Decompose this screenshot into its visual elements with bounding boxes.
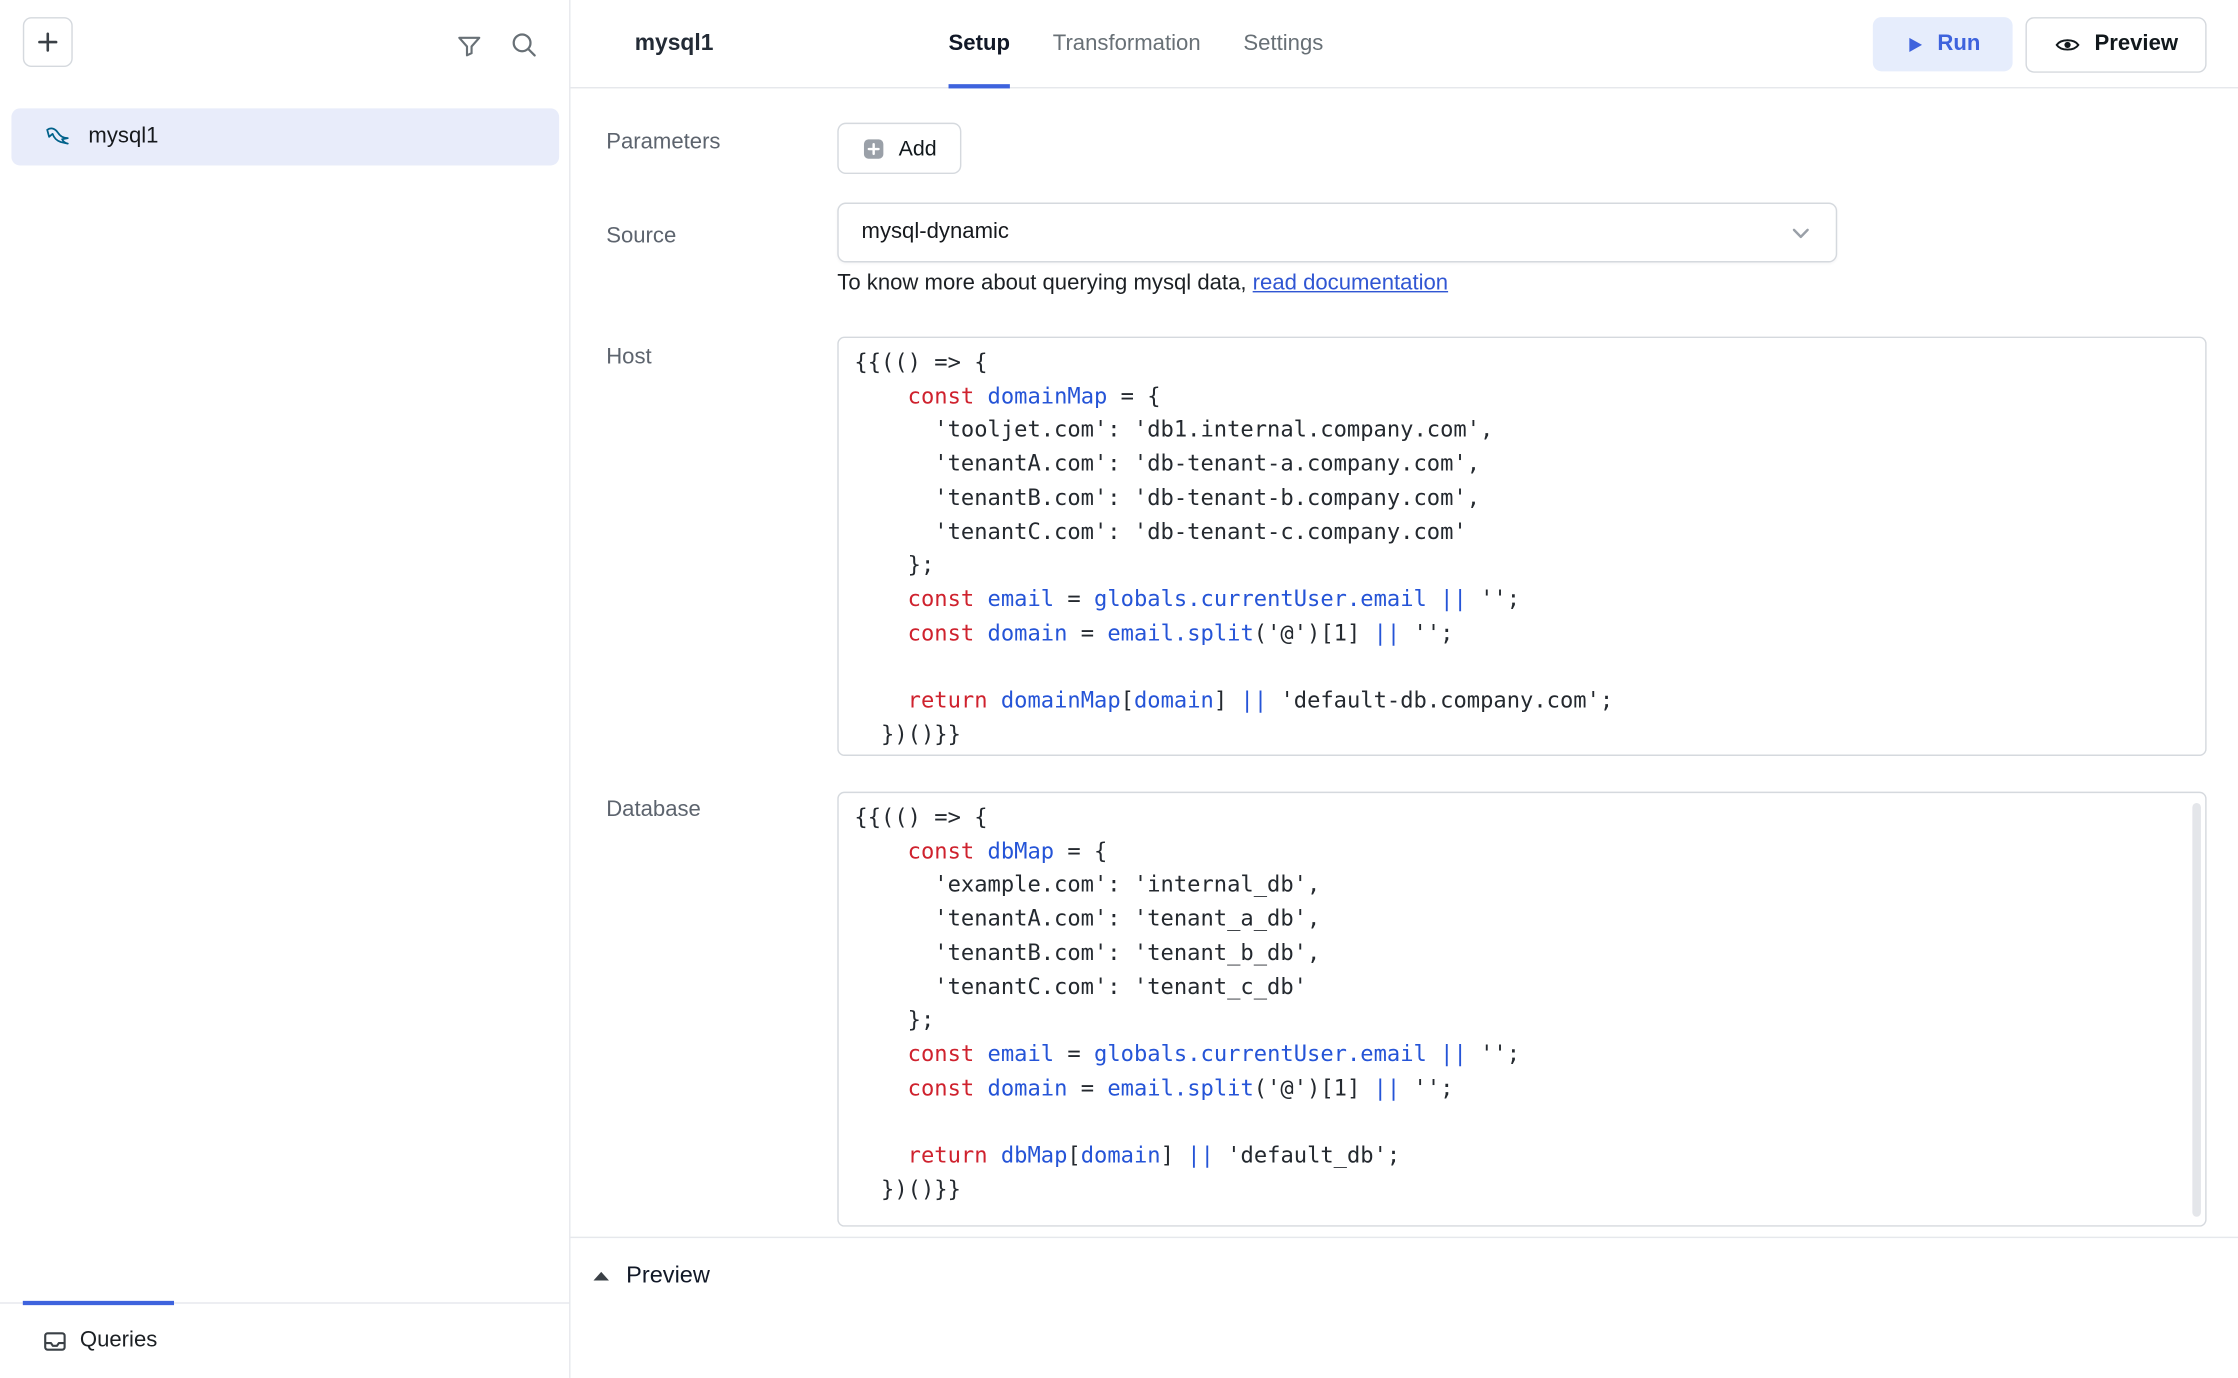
code-line: return dbMap[domain] || 'default_db'; xyxy=(854,1140,2189,1174)
database-code-editor[interactable]: {{(() => { const dbMap = { 'example.com'… xyxy=(837,792,2206,1227)
code-line: const email = globals.currentUser.email … xyxy=(854,1038,2189,1072)
queries-tab-label: Queries xyxy=(80,1328,157,1354)
header-actions: Run Preview xyxy=(1873,0,2206,88)
caret-up-icon xyxy=(592,1269,611,1282)
query-editor-window: mysql1 Queries mysql1 Setup Transformati… xyxy=(0,0,2238,1378)
code-line: {{(() => { xyxy=(854,802,2189,836)
code-line: const dbMap = { xyxy=(854,835,2189,869)
code-line: const domainMap = { xyxy=(854,380,2189,414)
run-button-label: Run xyxy=(1937,31,1980,57)
play-icon xyxy=(1906,35,1925,54)
code-line: }; xyxy=(854,1004,2189,1038)
code-line: {{(() => { xyxy=(854,347,2189,381)
eye-icon xyxy=(2055,31,2082,58)
preview-button[interactable]: Preview xyxy=(2026,16,2207,72)
plus-square-icon xyxy=(862,136,886,160)
source-help-prefix: To know more about querying mysql data, xyxy=(837,271,1252,295)
code-line xyxy=(854,651,2189,685)
sidebar-bottom-bar: Queries xyxy=(0,1302,571,1378)
code-line xyxy=(854,1106,2189,1140)
code-line: return domainMap[domain] || 'default-db.… xyxy=(854,685,2189,719)
source-select[interactable]: mysql-dynamic xyxy=(837,203,1837,263)
query-item-label: mysql1 xyxy=(88,124,158,150)
host-label: Host xyxy=(606,345,651,371)
queries-tab[interactable]: Queries xyxy=(43,1304,158,1378)
source-label: Source xyxy=(606,224,676,250)
query-title[interactable]: mysql1 xyxy=(635,0,714,88)
tab-setup[interactable]: Setup xyxy=(949,0,1010,88)
editor-tabs: Setup Transformation Settings xyxy=(949,0,1324,88)
code-line: const domain = email.split('@')[1] || ''… xyxy=(854,617,2189,651)
mysql-icon xyxy=(44,123,71,150)
run-button[interactable]: Run xyxy=(1873,17,2013,71)
plus-icon xyxy=(36,30,60,54)
parameters-label: Parameters xyxy=(606,130,720,156)
code-line: const email = globals.currentUser.email … xyxy=(854,583,2189,617)
add-query-button[interactable] xyxy=(23,17,73,67)
filter-icon[interactable] xyxy=(454,30,484,60)
source-select-value: mysql-dynamic xyxy=(862,220,1789,246)
search-icon[interactable] xyxy=(509,30,539,60)
code-line: })()}} xyxy=(854,719,2189,753)
chevron-down-icon xyxy=(1789,220,1813,244)
source-help-text: To know more about querying mysql data, … xyxy=(837,271,1448,297)
read-documentation-link[interactable]: read documentation xyxy=(1253,271,1448,295)
query-list-sidebar: mysql1 Queries xyxy=(0,0,571,1378)
add-parameter-label: Add xyxy=(899,136,937,160)
code-line: 'example.com': 'internal_db', xyxy=(854,869,2189,903)
query-editor-main: mysql1 Setup Transformation Settings Run xyxy=(571,0,2238,1378)
preview-panel-toggle[interactable]: Preview xyxy=(571,1238,2238,1312)
code-line: 'tenantA.com': 'tenant_a_db', xyxy=(854,903,2189,937)
code-line: 'tenantB.com': 'tenant_b_db', xyxy=(854,937,2189,971)
database-label: Database xyxy=(606,797,701,823)
tab-transformation[interactable]: Transformation xyxy=(1053,0,1201,88)
query-header: mysql1 Setup Transformation Settings Run xyxy=(571,0,2238,88)
code-line: 'tenantA.com': 'db-tenant-a.company.com'… xyxy=(854,448,2189,482)
code-line: 'tenantB.com': 'db-tenant-b.company.com'… xyxy=(854,482,2189,516)
add-parameter-button[interactable]: Add xyxy=(837,123,961,174)
tab-settings[interactable]: Settings xyxy=(1243,0,1323,88)
queries-icon xyxy=(43,1329,67,1353)
database-scrollbar[interactable] xyxy=(2192,803,2201,1217)
query-list-item-mysql1[interactable]: mysql1 xyxy=(11,108,559,165)
code-line: })()}} xyxy=(854,1174,2189,1208)
preview-button-label: Preview xyxy=(2094,31,2178,57)
code-line: 'tenantC.com': 'tenant_c_db' xyxy=(854,971,2189,1005)
code-line: 'tenantC.com': 'db-tenant-c.company.com' xyxy=(854,516,2189,550)
preview-panel-label: Preview xyxy=(626,1262,710,1289)
host-code-editor[interactable]: {{(() => { const domainMap = { 'tooljet.… xyxy=(837,337,2206,756)
code-line: const domain = email.split('@')[1] || ''… xyxy=(854,1072,2189,1106)
code-line: }; xyxy=(854,549,2189,583)
code-line: 'tooljet.com': 'db1.internal.company.com… xyxy=(854,414,2189,448)
